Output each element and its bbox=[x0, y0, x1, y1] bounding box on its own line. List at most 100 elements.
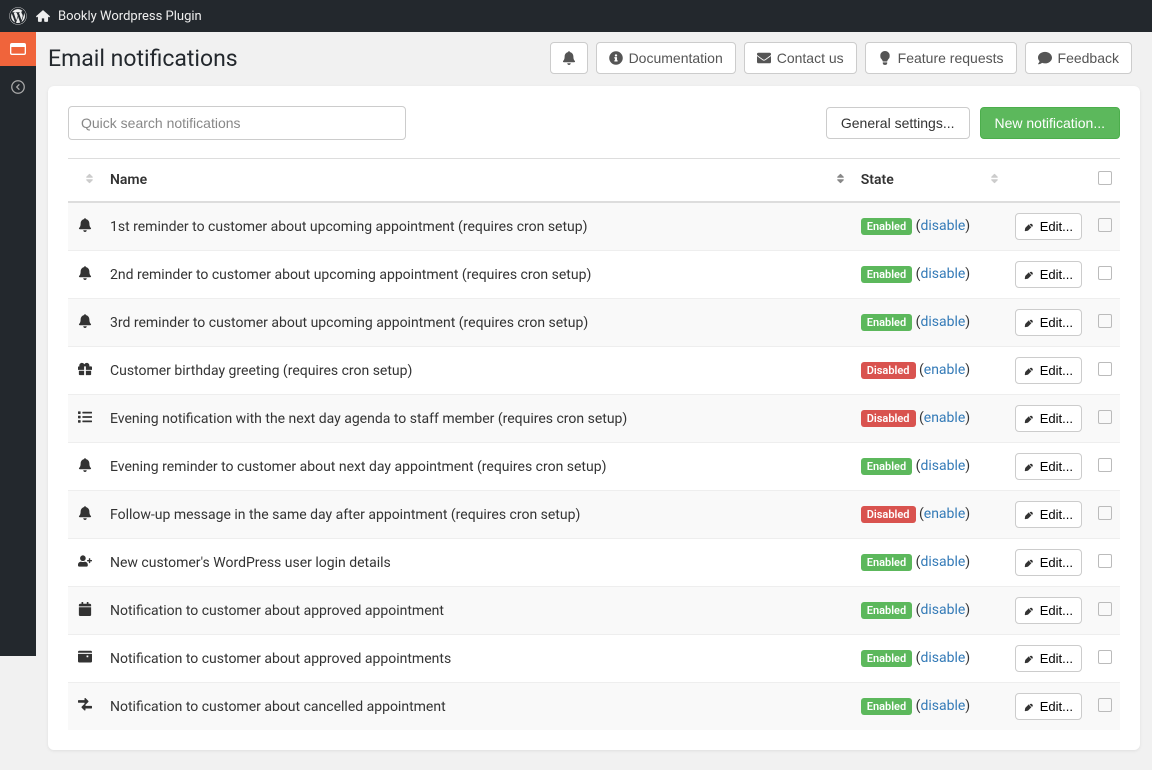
toggle-state-link[interactable]: disable bbox=[920, 314, 965, 330]
toggle-state-link[interactable]: enable bbox=[924, 362, 965, 378]
row-checkbox[interactable] bbox=[1098, 362, 1112, 376]
state-badge: Enabled bbox=[861, 698, 912, 715]
search-input[interactable] bbox=[68, 106, 406, 140]
sort-icon[interactable] bbox=[836, 173, 845, 188]
table-row: New customer's WordPress user login deta… bbox=[68, 539, 1120, 587]
toggle-state-link[interactable]: disable bbox=[920, 698, 965, 714]
state-badge: Disabled bbox=[861, 362, 916, 379]
row-name: Evening reminder to customer about next … bbox=[102, 443, 853, 491]
notifications-bell-button[interactable] bbox=[550, 42, 588, 74]
row-check bbox=[1090, 587, 1120, 635]
row-state: Disabled (enable) bbox=[853, 491, 1007, 539]
row-checkbox[interactable] bbox=[1098, 698, 1112, 712]
row-edit: Edit... bbox=[1007, 202, 1090, 251]
row-checkbox[interactable] bbox=[1098, 554, 1112, 568]
row-name: 2nd reminder to customer about upcoming … bbox=[102, 251, 853, 299]
row-type-icon bbox=[68, 539, 102, 587]
toggle-state-link[interactable]: enable bbox=[924, 506, 965, 522]
edit-button[interactable]: Edit... bbox=[1015, 405, 1082, 432]
col-icon bbox=[68, 159, 102, 203]
row-type-icon bbox=[68, 299, 102, 347]
state-badge: Enabled bbox=[861, 554, 912, 571]
table-row: Customer birthday greeting (requires cro… bbox=[68, 347, 1120, 395]
select-all-checkbox[interactable] bbox=[1098, 171, 1112, 185]
toggle-state-link[interactable]: enable bbox=[924, 410, 965, 426]
feedback-button[interactable]: Feedback bbox=[1025, 42, 1132, 74]
home-icon[interactable] bbox=[36, 8, 52, 24]
edit-button[interactable]: Edit... bbox=[1015, 357, 1082, 384]
edit-button[interactable]: Edit... bbox=[1015, 453, 1082, 480]
state-badge: Enabled bbox=[861, 314, 912, 331]
table-row: Notification to customer about cancelled… bbox=[68, 683, 1120, 731]
new-notification-button[interactable]: New notification... bbox=[980, 107, 1121, 139]
row-check bbox=[1090, 635, 1120, 683]
row-checkbox[interactable] bbox=[1098, 314, 1112, 328]
row-edit: Edit... bbox=[1007, 443, 1090, 491]
row-type-icon bbox=[68, 395, 102, 443]
state-badge: Enabled bbox=[861, 458, 912, 475]
row-check bbox=[1090, 443, 1120, 491]
row-name: Follow-up message in the same day after … bbox=[102, 491, 853, 539]
edit-button[interactable]: Edit... bbox=[1015, 693, 1082, 720]
edit-button[interactable]: Edit... bbox=[1015, 597, 1082, 624]
contact-button[interactable]: Contact us bbox=[744, 42, 857, 74]
sidebar-item-bookly[interactable] bbox=[0, 32, 36, 66]
sort-icon[interactable] bbox=[85, 173, 94, 188]
row-check bbox=[1090, 299, 1120, 347]
sort-icon[interactable] bbox=[990, 173, 999, 188]
wp-admin-bar[interactable]: Bookly Wordpress Plugin bbox=[0, 0, 1152, 32]
row-checkbox[interactable] bbox=[1098, 218, 1112, 232]
edit-button[interactable]: Edit... bbox=[1015, 309, 1082, 336]
toggle-state-link[interactable]: disable bbox=[920, 218, 965, 234]
state-badge: Disabled bbox=[861, 410, 916, 427]
row-type-icon bbox=[68, 347, 102, 395]
state-badge: Enabled bbox=[861, 602, 912, 619]
row-state: Enabled (disable) bbox=[853, 202, 1007, 251]
general-settings-button[interactable]: General settings... bbox=[826, 107, 970, 139]
col-check-all bbox=[1090, 159, 1120, 203]
row-name: 1st reminder to customer about upcoming … bbox=[102, 202, 853, 251]
edit-button[interactable]: Edit... bbox=[1015, 261, 1082, 288]
row-check bbox=[1090, 251, 1120, 299]
row-checkbox[interactable] bbox=[1098, 650, 1112, 664]
toggle-state-link[interactable]: disable bbox=[920, 554, 965, 570]
table-row: Follow-up message in the same day after … bbox=[68, 491, 1120, 539]
toggle-state-link[interactable]: disable bbox=[920, 650, 965, 666]
row-state: Disabled (enable) bbox=[853, 395, 1007, 443]
documentation-button[interactable]: Documentation bbox=[596, 42, 736, 74]
row-type-icon bbox=[68, 491, 102, 539]
col-name[interactable]: Name bbox=[102, 159, 853, 203]
row-edit: Edit... bbox=[1007, 491, 1090, 539]
toggle-state-link[interactable]: disable bbox=[920, 266, 965, 282]
wordpress-logo-icon[interactable] bbox=[8, 6, 28, 26]
col-edit bbox=[1007, 159, 1090, 203]
state-badge: Enabled bbox=[861, 650, 912, 667]
row-name: Customer birthday greeting (requires cro… bbox=[102, 347, 853, 395]
row-edit: Edit... bbox=[1007, 347, 1090, 395]
edit-button[interactable]: Edit... bbox=[1015, 645, 1082, 672]
row-checkbox[interactable] bbox=[1098, 506, 1112, 520]
row-edit: Edit... bbox=[1007, 539, 1090, 587]
row-checkbox[interactable] bbox=[1098, 602, 1112, 616]
toggle-state-link[interactable]: disable bbox=[920, 458, 965, 474]
row-checkbox[interactable] bbox=[1098, 266, 1112, 280]
site-name[interactable]: Bookly Wordpress Plugin bbox=[58, 9, 202, 24]
row-type-icon bbox=[68, 443, 102, 491]
state-badge: Enabled bbox=[861, 218, 912, 235]
row-check bbox=[1090, 491, 1120, 539]
row-state: Enabled (disable) bbox=[853, 443, 1007, 491]
row-checkbox[interactable] bbox=[1098, 458, 1112, 472]
header-buttons: Documentation Contact us Feature request… bbox=[550, 42, 1132, 74]
edit-button[interactable]: Edit... bbox=[1015, 549, 1082, 576]
toggle-state-link[interactable]: disable bbox=[920, 602, 965, 618]
row-state: Enabled (disable) bbox=[853, 251, 1007, 299]
edit-button[interactable]: Edit... bbox=[1015, 213, 1082, 240]
feature-requests-button[interactable]: Feature requests bbox=[865, 42, 1017, 74]
edit-button[interactable]: Edit... bbox=[1015, 501, 1082, 528]
collapse-menu-icon[interactable] bbox=[0, 70, 36, 104]
col-state[interactable]: State bbox=[853, 159, 1007, 203]
row-checkbox[interactable] bbox=[1098, 410, 1112, 424]
row-name: 3rd reminder to customer about upcoming … bbox=[102, 299, 853, 347]
documentation-label: Documentation bbox=[629, 50, 723, 66]
row-state: Enabled (disable) bbox=[853, 299, 1007, 347]
